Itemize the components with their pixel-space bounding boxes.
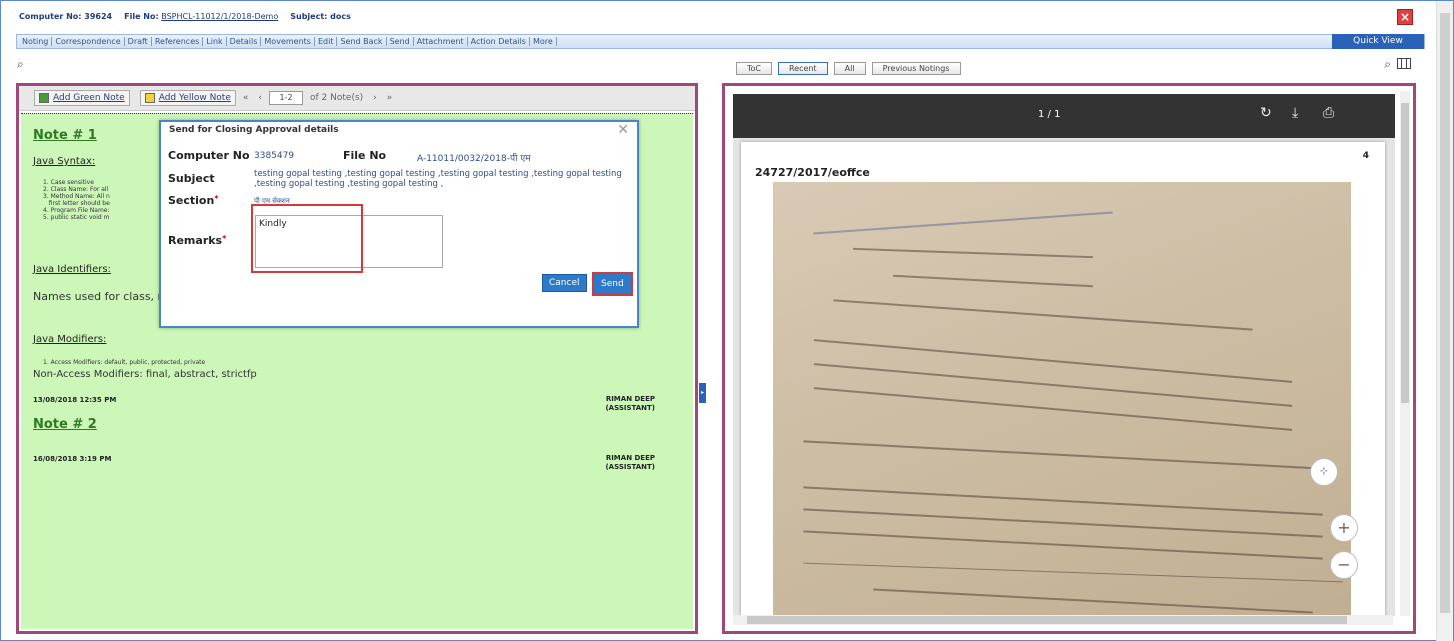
prev-page-button[interactable]: ‹ [258, 93, 262, 103]
tab-toc[interactable]: ToC [736, 62, 773, 75]
print-icon[interactable]: ⎙ [1323, 105, 1334, 121]
zoom-out-button[interactable]: − [1330, 551, 1358, 579]
page-range-input[interactable]: 1-2 [269, 91, 304, 105]
menu-item-movements[interactable]: Movements [261, 37, 315, 46]
non-access-modifiers: Non-Access Modifiers: final, abstract, s… [33, 369, 257, 380]
last-page-button[interactable]: » [387, 93, 393, 103]
pdf-page-number: 4 [1362, 151, 1369, 161]
java-identifiers-heading: Java Identifiers: [33, 264, 111, 275]
syntax-list: 1. Case sensitive 2. Class Name: For all 3… [43, 179, 110, 221]
menu-item-edit[interactable]: Edit [315, 37, 338, 46]
page-count: of 2 Note(s) [310, 93, 364, 103]
app-window: Computer No: 39624 File No: BSPHCL-11012… [0, 0, 1454, 641]
add-green-note-button[interactable]: Add Green Note [34, 90, 130, 106]
zoom-icon[interactable]: ⌕ [1384, 57, 1391, 72]
close-icon[interactable]: × [1397, 9, 1413, 25]
menu-item-references[interactable]: References [152, 37, 204, 46]
page-scrollbar[interactable] [1436, 1, 1453, 641]
menu-item-send-back[interactable]: Send Back [337, 37, 387, 46]
file-no-value: A-11011/0032/2018-पी एम [417, 154, 531, 164]
note-1-signer: RIMAN DEEP (ASSISTANT) [605, 395, 655, 412]
syntax-list-item: 3. Method Name: All n [43, 193, 110, 200]
rotate-icon[interactable]: ↻ [1260, 105, 1272, 121]
syntax-list-item: 2. Class Name: For all [43, 186, 109, 193]
fit-page-icon[interactable]: ⊹ [1310, 458, 1338, 486]
pdf-viewer-pane: 1 / 1 ↻ ⤓ ⎙ 4 24727/2017/eoffce ⊹ + − [722, 83, 1416, 634]
file-no-label: File No [343, 149, 387, 162]
access-modifiers: 1. Access Modifiers: default, public, pr… [43, 359, 206, 366]
add-yellow-note-button[interactable]: Add Yellow Note [139, 90, 236, 106]
pdf-vertical-scrollbar[interactable] [1400, 91, 1410, 616]
identifiers-text: Names used for class, m [33, 290, 169, 303]
dialog-close-icon[interactable]: ✕ [617, 122, 629, 138]
pdf-document-heading: 24727/2017/eoffce [755, 166, 870, 179]
pdf-horizontal-scrollbar[interactable] [733, 615, 1393, 625]
computer-no: Computer No: 39624 [19, 12, 113, 21]
menu-items: Noting Correspondence Draft References Link D… [17, 37, 557, 46]
download-icon[interactable]: ⤓ [1292, 105, 1298, 121]
note-1-title: Note # 1 [33, 128, 97, 143]
scanned-document-image [773, 182, 1351, 622]
subject-value: testing gopal testing ,testing gopal tes… [254, 169, 622, 189]
section-value: पी एम सेक्शन [254, 197, 290, 205]
menu-item-attachment[interactable]: Attachment [414, 37, 468, 46]
syntax-list-item: 5. public static void m [43, 214, 110, 221]
remarks-label: Remarks* [168, 234, 227, 247]
menu-bar: Noting Correspondence Draft References Link D… [16, 34, 1425, 49]
computer-no-value: 3385479 [254, 151, 295, 161]
note-2-title: Note # 2 [33, 417, 97, 432]
pane-splitter-handle[interactable]: ▸ [699, 383, 706, 403]
menu-item-link[interactable]: Link [203, 37, 227, 46]
menu-item-send[interactable]: Send [387, 37, 414, 46]
subject: Subject: docs [290, 12, 351, 21]
menu-item-draft[interactable]: Draft [125, 37, 152, 46]
first-page-button[interactable]: « [243, 93, 249, 103]
syntax-list-item: first letter should be [43, 200, 110, 207]
menu-item-noting[interactable]: Noting [19, 37, 53, 46]
file-header: Computer No: 39624 File No: BSPHCL-11012… [19, 12, 351, 21]
tab-all[interactable]: All [833, 62, 866, 75]
file-no-link[interactable]: BSPHCL-11012/1/2018-Demo [161, 12, 278, 21]
pdf-page-indicator: 1 / 1 [1038, 109, 1061, 120]
yellow-note-icon [144, 93, 155, 103]
tab-previous-notings[interactable]: Previous Notings [871, 62, 961, 75]
note-toolbar: Add Green Note Add Yellow Note « ‹ 1-2 o… [19, 86, 695, 111]
syntax-list-item: 1. Case sensitive [43, 179, 94, 186]
dialog-title: Send for Closing Approval details [169, 125, 339, 135]
send-button[interactable]: Send [592, 272, 633, 296]
remarks-textarea[interactable] [255, 215, 443, 268]
pdf-page: 4 24727/2017/eoffce [741, 142, 1385, 622]
subject-label: Subject [168, 172, 215, 185]
zoom-in-button[interactable]: + [1330, 514, 1358, 542]
tab-recent[interactable]: Recent [778, 62, 828, 75]
send-closing-approval-dialog: Send for Closing Approval details ✕ Comp… [159, 120, 639, 328]
green-note-icon [39, 93, 49, 103]
columns-icon[interactable] [1397, 58, 1411, 69]
cancel-button[interactable]: Cancel [542, 274, 587, 292]
zoom-icon[interactable]: ⌕ [17, 57, 24, 72]
note-1-date: 13/08/2018 12:35 PM [33, 396, 117, 404]
next-page-button[interactable]: › [373, 93, 377, 103]
section-label: Section* [168, 194, 219, 207]
menu-item-action-details[interactable]: Action Details [468, 37, 530, 46]
note-2-signer: RIMAN DEEP (ASSISTANT) [605, 454, 655, 471]
pdf-toolbar: 1 / 1 ↻ ⤓ ⎙ [733, 94, 1395, 138]
view-tabs: ToC Recent All Previous Notings [736, 62, 961, 75]
java-modifiers-heading: Java Modifiers: [33, 334, 107, 345]
menu-item-details[interactable]: Details [227, 37, 262, 46]
syntax-list-item: 4. Program File Name: [43, 207, 110, 214]
file-no-label: File No: [124, 12, 159, 21]
quick-view-button[interactable]: Quick View [1332, 34, 1424, 49]
menu-item-correspondence[interactable]: Correspondence [52, 37, 125, 46]
menu-item-more[interactable]: More [530, 37, 557, 46]
java-syntax-heading: Java Syntax: [33, 156, 96, 167]
computer-no-label: Computer No [168, 149, 250, 162]
note-2-date: 16/08/2018 3:19 PM [33, 455, 112, 463]
